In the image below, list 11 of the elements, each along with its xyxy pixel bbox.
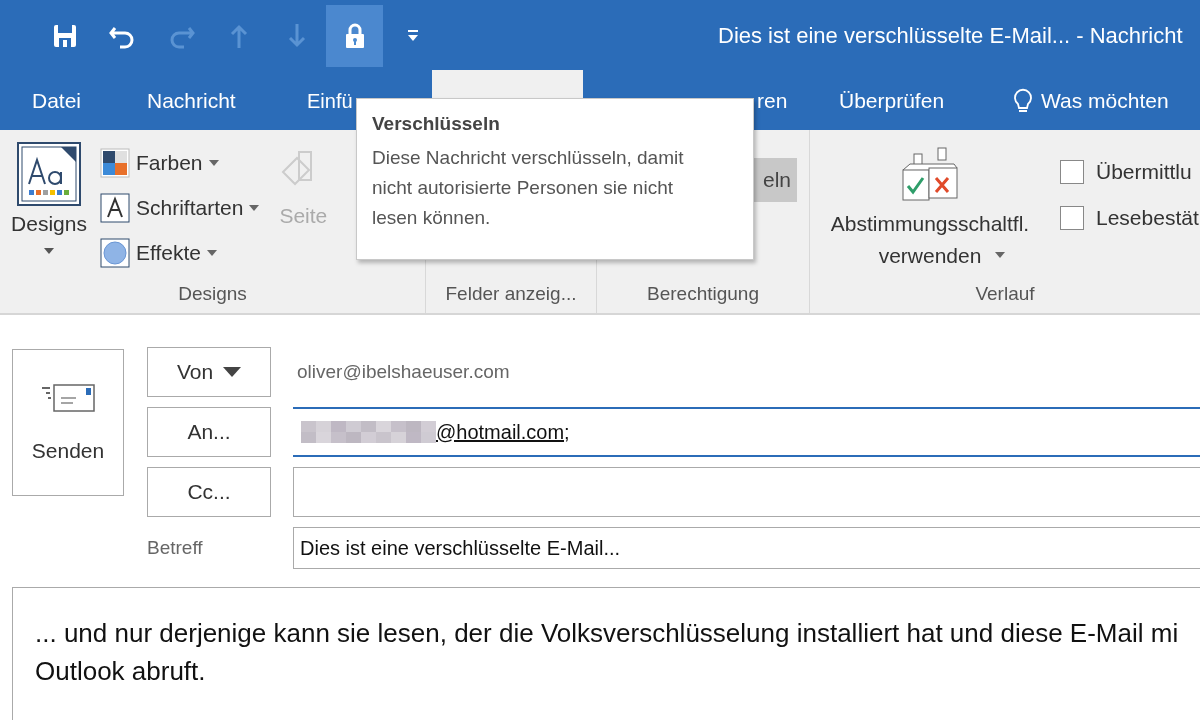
group-label: Felder anzeig... (444, 283, 578, 306)
group-label: Designs (177, 283, 248, 306)
group-label: Verlauf (974, 283, 1036, 306)
tooltip-title: Verschlüsseln (372, 113, 501, 135)
sender-address: oliver@ibelshaeuser.com (297, 360, 511, 384)
window-title: Dies ist eine verschlüsselte E-Mail... - Nachricht (718, 23, 1184, 49)
subject-label: Betreff (147, 536, 204, 560)
body-text-line: Outlook abruft. (35, 655, 207, 688)
tooltip-text: Diese Nachricht verschlüsseln, damit nicht autorisierte Personen sie nicht lesen können. (372, 146, 685, 230)
body-text-line: ... und nur derjenige kann sie lesen, der die Volksverschlüsselung installiert hat und diese E-Mail mi (35, 617, 1180, 650)
group-label: Berechtigung (646, 283, 760, 306)
